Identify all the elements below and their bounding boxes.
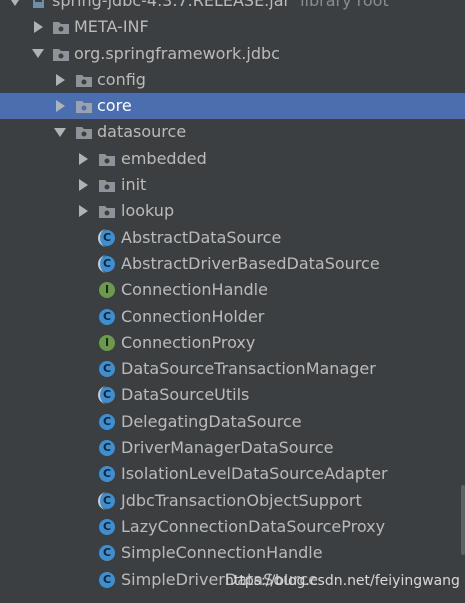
tree-row-config[interactable]: config (0, 67, 465, 93)
tree-row-class[interactable]: C ConnectionHolder (0, 304, 465, 330)
tree-label: core (97, 96, 132, 116)
tree-row-class[interactable]: C AbstractDriverBasedDataSource (0, 251, 465, 277)
collapse-arrow-icon[interactable] (31, 41, 45, 67)
tree-row-datasource[interactable]: datasource (0, 119, 465, 145)
package-folder-icon (98, 203, 116, 219)
tree-row-class[interactable]: C DataSourceTransactionManager (0, 356, 465, 382)
class-label: LazyConnectionDataSourceProxy (121, 516, 386, 536)
tree-row-jar[interactable]: spring-jdbc-4.3.7.RELEASE.jar library roo… (0, 0, 465, 14)
tree-row-class[interactable]: C DriverManagerDataSource (0, 435, 465, 461)
tree-row-class[interactable]: C SimpleConnectionHandle (0, 540, 465, 566)
package-folder-icon (75, 124, 93, 140)
class-icon: C (99, 466, 115, 483)
interface-icon: I (99, 282, 115, 299)
tree-label: META-INF (74, 17, 149, 37)
jar-label: spring-jdbc-4.3.7.RELEASE.jar library roo… (52, 0, 389, 14)
tree-row-class[interactable]: C DataSourceUtils (0, 382, 465, 408)
tree-row-class[interactable]: C LazyConnectionDataSourceProxy (0, 514, 465, 540)
tree-row-embedded[interactable]: embedded (0, 146, 465, 172)
tree-row-package[interactable]: org.springframework.jdbc (0, 41, 465, 67)
class-label: DataSourceUtils (121, 385, 250, 405)
class-label: IsolationLevelDataSourceAdapter (121, 464, 388, 484)
tree-row-interface[interactable]: I ConnectionHandle (0, 277, 465, 303)
class-label: DriverManagerDataSource (121, 438, 334, 458)
tree-row-interface[interactable]: I ConnectionProxy (0, 330, 465, 356)
class-label: AbstractDriverBasedDataSource (121, 253, 380, 273)
tree-label: init (121, 175, 147, 195)
class-label: DataSourceTransactionManager (121, 359, 376, 379)
class-icon: C (99, 545, 115, 562)
expand-arrow-icon[interactable] (31, 14, 45, 40)
package-folder-icon (98, 177, 116, 193)
class-label: ConnectionHolder (121, 306, 265, 326)
class-label: DelegatingDataSource (121, 411, 302, 431)
vertical-scrollbar[interactable] (461, 485, 465, 555)
jar-icon (30, 0, 48, 9)
collapse-arrow-icon[interactable] (53, 119, 67, 145)
expand-arrow-icon[interactable] (76, 146, 90, 172)
tree-label: org.springframework.jdbc (74, 43, 280, 63)
tree-row-class[interactable]: C DelegatingDataSource (0, 409, 465, 435)
abstract-class-icon: C (98, 386, 115, 405)
tree-label: embedded (121, 148, 207, 168)
watermark: https://blog.csdn.net/feiyingwang (225, 573, 460, 589)
package-folder-icon (75, 98, 93, 114)
abstract-class-icon: C (98, 254, 115, 273)
tree-row-init[interactable]: init (0, 172, 465, 198)
tree-row-class[interactable]: C IsolationLevelDataSourceAdapter (0, 461, 465, 487)
interface-icon: I (99, 334, 115, 351)
tree-row-core[interactable]: core (0, 93, 465, 120)
class-icon: C (99, 361, 115, 378)
tree-row-class[interactable]: C JdbcTransactionObjectSupport (0, 488, 465, 514)
package-folder-icon (98, 151, 116, 167)
library-root-label: library root (300, 0, 389, 10)
expand-arrow-icon[interactable] (53, 67, 67, 93)
abstract-class-icon: C (98, 228, 115, 247)
class-label: JdbcTransactionObjectSupport (121, 490, 362, 510)
expand-arrow-icon[interactable] (76, 172, 90, 198)
tree-label: config (97, 69, 146, 89)
expand-arrow-icon[interactable] (53, 93, 67, 119)
class-icon: C (99, 571, 115, 588)
expand-arrow-icon[interactable] (8, 0, 22, 14)
tree-row-meta-inf[interactable]: META-INF (0, 14, 465, 40)
class-label: AbstractDataSource (121, 227, 282, 247)
tree-label: lookup (121, 201, 175, 221)
class-label: ConnectionHandle (121, 280, 268, 300)
tree-label: datasource (97, 122, 187, 142)
class-label: SimpleConnectionHandle (121, 543, 323, 563)
tree-row-lookup[interactable]: lookup (0, 198, 465, 224)
class-icon: C (99, 308, 115, 325)
package-folder-icon (52, 46, 70, 62)
class-label: ConnectionProxy (121, 332, 256, 352)
expand-arrow-icon[interactable] (76, 198, 90, 224)
package-folder-icon (52, 19, 70, 35)
class-icon: C (99, 440, 115, 457)
tree-row-class[interactable]: C AbstractDataSource (0, 225, 465, 251)
class-icon: C (99, 413, 115, 430)
package-folder-icon (75, 72, 93, 88)
class-icon: C (99, 518, 115, 535)
project-tree: spring-jdbc-4.3.7.RELEASE.jar library roo… (0, 0, 465, 593)
abstract-class-icon: C (98, 491, 115, 510)
